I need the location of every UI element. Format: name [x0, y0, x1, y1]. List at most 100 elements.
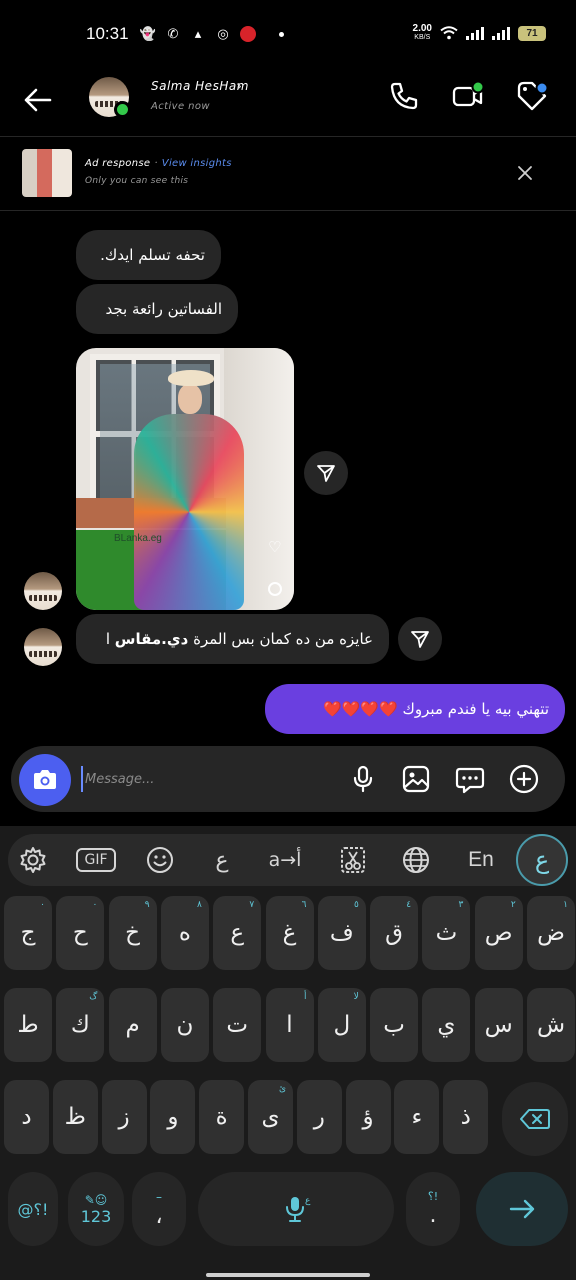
- key-row2-4[interactable]: ل لا: [317, 988, 366, 1062]
- key-row3-4[interactable]: ىئ: [248, 1080, 293, 1154]
- key-row2-9[interactable]: كگ: [56, 988, 105, 1062]
- key-row3-2[interactable]: ؤ: [345, 1080, 391, 1154]
- key-hint: أ: [303, 992, 307, 1002]
- app-notification-icon: ▴: [194, 26, 202, 42]
- settings-gear-icon[interactable]: [16, 844, 50, 876]
- key-row1-5[interactable]: غ٦: [265, 896, 314, 970]
- globe-language-icon[interactable]: [400, 844, 432, 876]
- period-key[interactable]: ؟! .: [406, 1172, 460, 1246]
- camera-button[interactable]: [19, 754, 71, 806]
- send-share-icon: [317, 465, 335, 482]
- emoji-smile-icon[interactable]: [144, 844, 176, 876]
- key-row2-8[interactable]: م: [108, 988, 157, 1062]
- microphone-icon[interactable]: [347, 763, 379, 795]
- shared-post-image[interactable]: BLanka.eg ♡: [76, 348, 294, 610]
- key-row1-10[interactable]: ج٠: [4, 896, 52, 970]
- svg-text:ع: ع: [305, 1196, 311, 1206]
- key-row3-8[interactable]: ظ: [52, 1080, 98, 1154]
- key-row3-3[interactable]: ر: [296, 1080, 342, 1154]
- incoming-message[interactable]: تحفه تسلم ايدك.: [76, 230, 221, 280]
- comma-key[interactable]: – ،: [132, 1172, 186, 1246]
- ad-divider: [0, 210, 576, 211]
- handwriting-button[interactable]: ع: [206, 844, 238, 876]
- key-row2-7[interactable]: ن: [160, 988, 209, 1062]
- view-insights-link[interactable]: View insights: [162, 158, 232, 169]
- contact-status: Active now: [151, 101, 210, 112]
- share-button[interactable]: [304, 451, 348, 495]
- clipboard-scissors-icon[interactable]: [338, 844, 368, 876]
- header-divider: [0, 136, 576, 137]
- english-language-button[interactable]: En: [464, 844, 498, 876]
- video-call-icon[interactable]: [450, 78, 486, 114]
- key-row1-0[interactable]: ض١: [527, 896, 575, 970]
- symbols-key[interactable]: @؟!: [8, 1172, 58, 1246]
- app-red-icon: [240, 26, 256, 42]
- message-composer: [11, 746, 565, 812]
- key-row3-0[interactable]: ذ: [443, 1080, 489, 1154]
- like-heart-icon: ♡: [268, 538, 282, 556]
- sender-avatar[interactable]: [24, 628, 62, 666]
- incoming-message[interactable]: عايزه من ده كمان بس المرة دي.مقاس ا: [76, 614, 389, 664]
- key-hint: ٦: [301, 900, 307, 910]
- network-speed: 2.00 KB/S: [412, 23, 432, 42]
- key-row1-2[interactable]: ث٣: [422, 896, 471, 970]
- key-row3-5[interactable]: ة: [199, 1080, 245, 1154]
- signal-icon-2: [492, 26, 510, 40]
- key-hint: گ: [89, 992, 98, 1002]
- key-row2-1[interactable]: س: [474, 988, 523, 1062]
- key-row3-6[interactable]: و: [150, 1080, 196, 1154]
- transliteration-button[interactable]: a→أ: [260, 844, 310, 876]
- space-bar[interactable]: ع: [198, 1172, 394, 1246]
- key-row2-10[interactable]: ط: [4, 988, 52, 1062]
- ad-response-title: Ad response · View insights: [85, 158, 232, 169]
- camera-icon: [34, 770, 56, 789]
- gif-button[interactable]: GIF: [76, 848, 116, 872]
- key-row1-7[interactable]: ه٨: [160, 896, 209, 970]
- keyboard: GIF ع a→أ En ع ض١ص٢ث٣ق٤ف٥غ٦ع٧ه٨خ٩ح٠ج٠ شس…: [0, 826, 576, 1280]
- key-row1-4[interactable]: ف٥: [317, 896, 366, 970]
- battery-icon: 71: [518, 25, 546, 41]
- gallery-icon[interactable]: [400, 763, 432, 795]
- enter-arrow-icon: [509, 1199, 535, 1219]
- outgoing-message[interactable]: تتهني بيه يا فندم مبروك ❤️❤️❤️❤️: [265, 684, 565, 734]
- key-row1-8[interactable]: خ٩: [108, 896, 157, 970]
- signal-icon: [466, 26, 484, 40]
- incoming-message[interactable]: الفساتين رائعة بجد: [76, 284, 238, 334]
- share-button[interactable]: [398, 617, 442, 661]
- sticker-chat-icon[interactable]: [454, 763, 486, 795]
- key-hint: لا: [353, 992, 359, 1002]
- arabic-language-button[interactable]: ع: [516, 834, 568, 886]
- key-row1-6[interactable]: ع٧: [213, 896, 262, 970]
- key-row3-7[interactable]: ز: [101, 1080, 147, 1154]
- ad-thumbnail[interactable]: [22, 149, 72, 197]
- backspace-icon: [520, 1109, 550, 1129]
- add-plus-icon[interactable]: [508, 763, 540, 795]
- key-row3-1[interactable]: ء: [394, 1080, 440, 1154]
- chat-header: Salma HesHam › Active now: [0, 72, 576, 136]
- key-row2-6[interactable]: ت: [213, 988, 262, 1062]
- sender-avatar[interactable]: [24, 572, 62, 610]
- contact-name[interactable]: Salma HesHam: [151, 79, 249, 93]
- key-row2-3[interactable]: ب: [370, 988, 419, 1062]
- comment-icon: [268, 582, 282, 596]
- backspace-key[interactable]: [502, 1082, 568, 1156]
- numbers-key[interactable]: ✎☺ 123: [68, 1172, 124, 1246]
- key-hint: ٠: [92, 900, 98, 910]
- key-hint: ٤: [406, 900, 412, 910]
- home-indicator[interactable]: [206, 1273, 370, 1277]
- tag-label-icon[interactable]: [514, 78, 550, 114]
- chevron-right-icon[interactable]: ›: [236, 77, 242, 95]
- key-row2-0[interactable]: ش: [527, 988, 575, 1062]
- key-row2-5[interactable]: اأ: [265, 988, 314, 1062]
- key-row1-1[interactable]: ص٢: [474, 896, 523, 970]
- key-row1-9[interactable]: ح٠: [56, 896, 105, 970]
- key-hint: ٥: [353, 900, 359, 910]
- phone-call-icon[interactable]: [386, 78, 422, 114]
- key-row1-3[interactable]: ق٤: [370, 896, 419, 970]
- close-icon[interactable]: [514, 162, 536, 184]
- enter-key[interactable]: [476, 1172, 568, 1246]
- back-arrow-icon[interactable]: [20, 82, 56, 118]
- key-row3-9[interactable]: د: [4, 1080, 49, 1154]
- key-row2-2[interactable]: ي: [422, 988, 471, 1062]
- message-input[interactable]: [81, 766, 321, 792]
